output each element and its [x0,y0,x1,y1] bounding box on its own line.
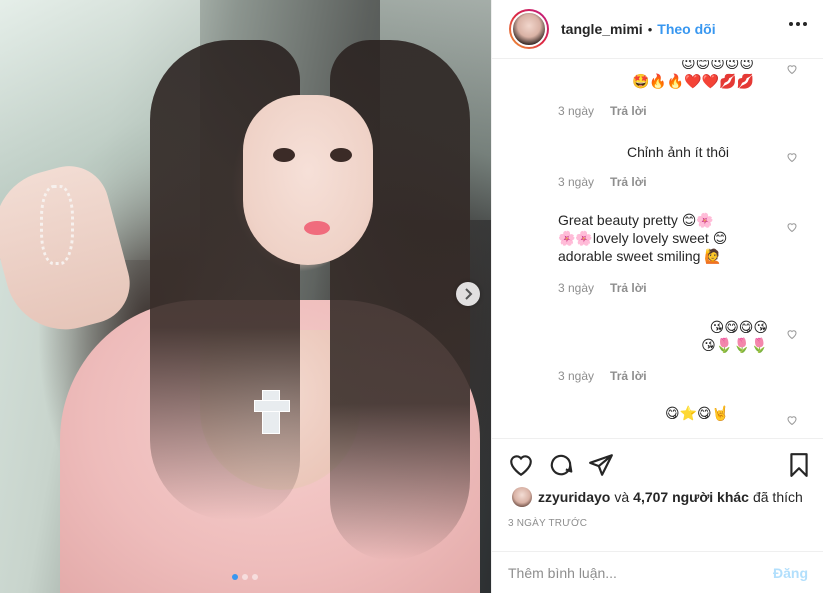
share-icon[interactable] [588,452,614,478]
reply-button[interactable]: Trả lời [610,281,647,295]
comment-text: 😉😊😉😉😉 🤩🔥🔥❤️❤️💋💋 [631,60,754,89]
heart-icon[interactable] [508,452,534,478]
likes-suffix: đã thích [752,489,803,505]
bookmark-icon[interactable] [786,452,812,478]
likes-summary: zzyuridayo và 4,707 người khác đã thích [512,487,807,507]
photo-eye-right [330,148,352,162]
likes-and: và [614,489,630,505]
reply-button[interactable]: Trả lời [610,175,647,189]
separator-dot: • [647,21,653,37]
add-comment-bar: Đăng [492,551,823,593]
comment-meta: 3 ngày Trả lời [558,104,647,118]
comment-text: 😘😋😋😘 😘🌷🌷🌷 [701,319,768,353]
comment-icon[interactable] [548,452,574,478]
avatar[interactable] [509,9,549,49]
username-link[interactable]: tangle_mimi [561,21,643,37]
comment-like-icon[interactable] [786,221,798,233]
comment-input[interactable] [508,565,773,581]
reply-button[interactable]: Trả lời [610,369,647,383]
comment-time: 3 ngày [558,104,595,118]
comment-time: 3 ngày [558,369,595,383]
comment-like-icon[interactable] [786,63,798,75]
post-comment-button[interactable]: Đăng [773,565,808,581]
photo-bracelet [40,185,74,265]
photo-face [243,95,373,265]
comment-like-icon[interactable] [786,151,798,163]
post-timestamp[interactable]: 3 NGÀY TRƯỚC [508,518,587,529]
chevron-right-icon [465,288,473,300]
photo-cross-pendant [254,390,290,434]
carousel-dot [252,574,258,580]
post-actions: zzyuridayo và 4,707 người khác đã thích … [492,438,823,593]
photo-eye-left [273,148,295,162]
comment-meta: 3 ngày Trả lời [558,369,647,383]
comment-meta: 3 ngày Trả lời [558,175,647,189]
comment-meta: 3 ngày Trả lời [558,281,647,295]
comment-text: 😋⭐😋🤘 [664,405,729,421]
follow-button[interactable]: Theo dõi [657,21,715,37]
carousel-next-button[interactable] [456,282,480,306]
likes-count[interactable]: 4,707 người khác [633,489,749,505]
comment-time: 3 ngày [558,281,595,295]
photo-lips [304,221,330,235]
comment-time: 3 ngày [558,175,595,189]
comment-like-icon[interactable] [786,328,798,340]
liker-avatar[interactable] [512,487,532,507]
liker-username[interactable]: zzyuridayo [538,489,610,505]
comment-text: Chỉnh ảnh ít thôi [627,144,729,160]
carousel-indicator [232,574,258,580]
carousel-dot [242,574,248,580]
comment-like-icon[interactable] [786,414,798,426]
avatar-image [511,11,547,47]
post-header: tangle_mimi • Theo dõi [492,0,823,59]
post-side-panel: tangle_mimi • Theo dõi 😉😊😉😉😉 🤩🔥🔥❤️❤️💋💋 3… [491,0,823,593]
reply-button[interactable]: Trả lời [610,104,647,118]
comment-text: Great beauty pretty 😊🌸 🌸🌸lovely lovely s… [558,212,728,264]
post-photo[interactable] [0,0,491,593]
action-icons-row [508,451,812,479]
comments-list[interactable]: 😉😊😉😉😉 🤩🔥🔥❤️❤️💋💋 3 ngày Trả lời Chỉnh ảnh… [492,60,823,438]
more-options-icon[interactable] [789,22,807,26]
carousel-dot [232,574,238,580]
